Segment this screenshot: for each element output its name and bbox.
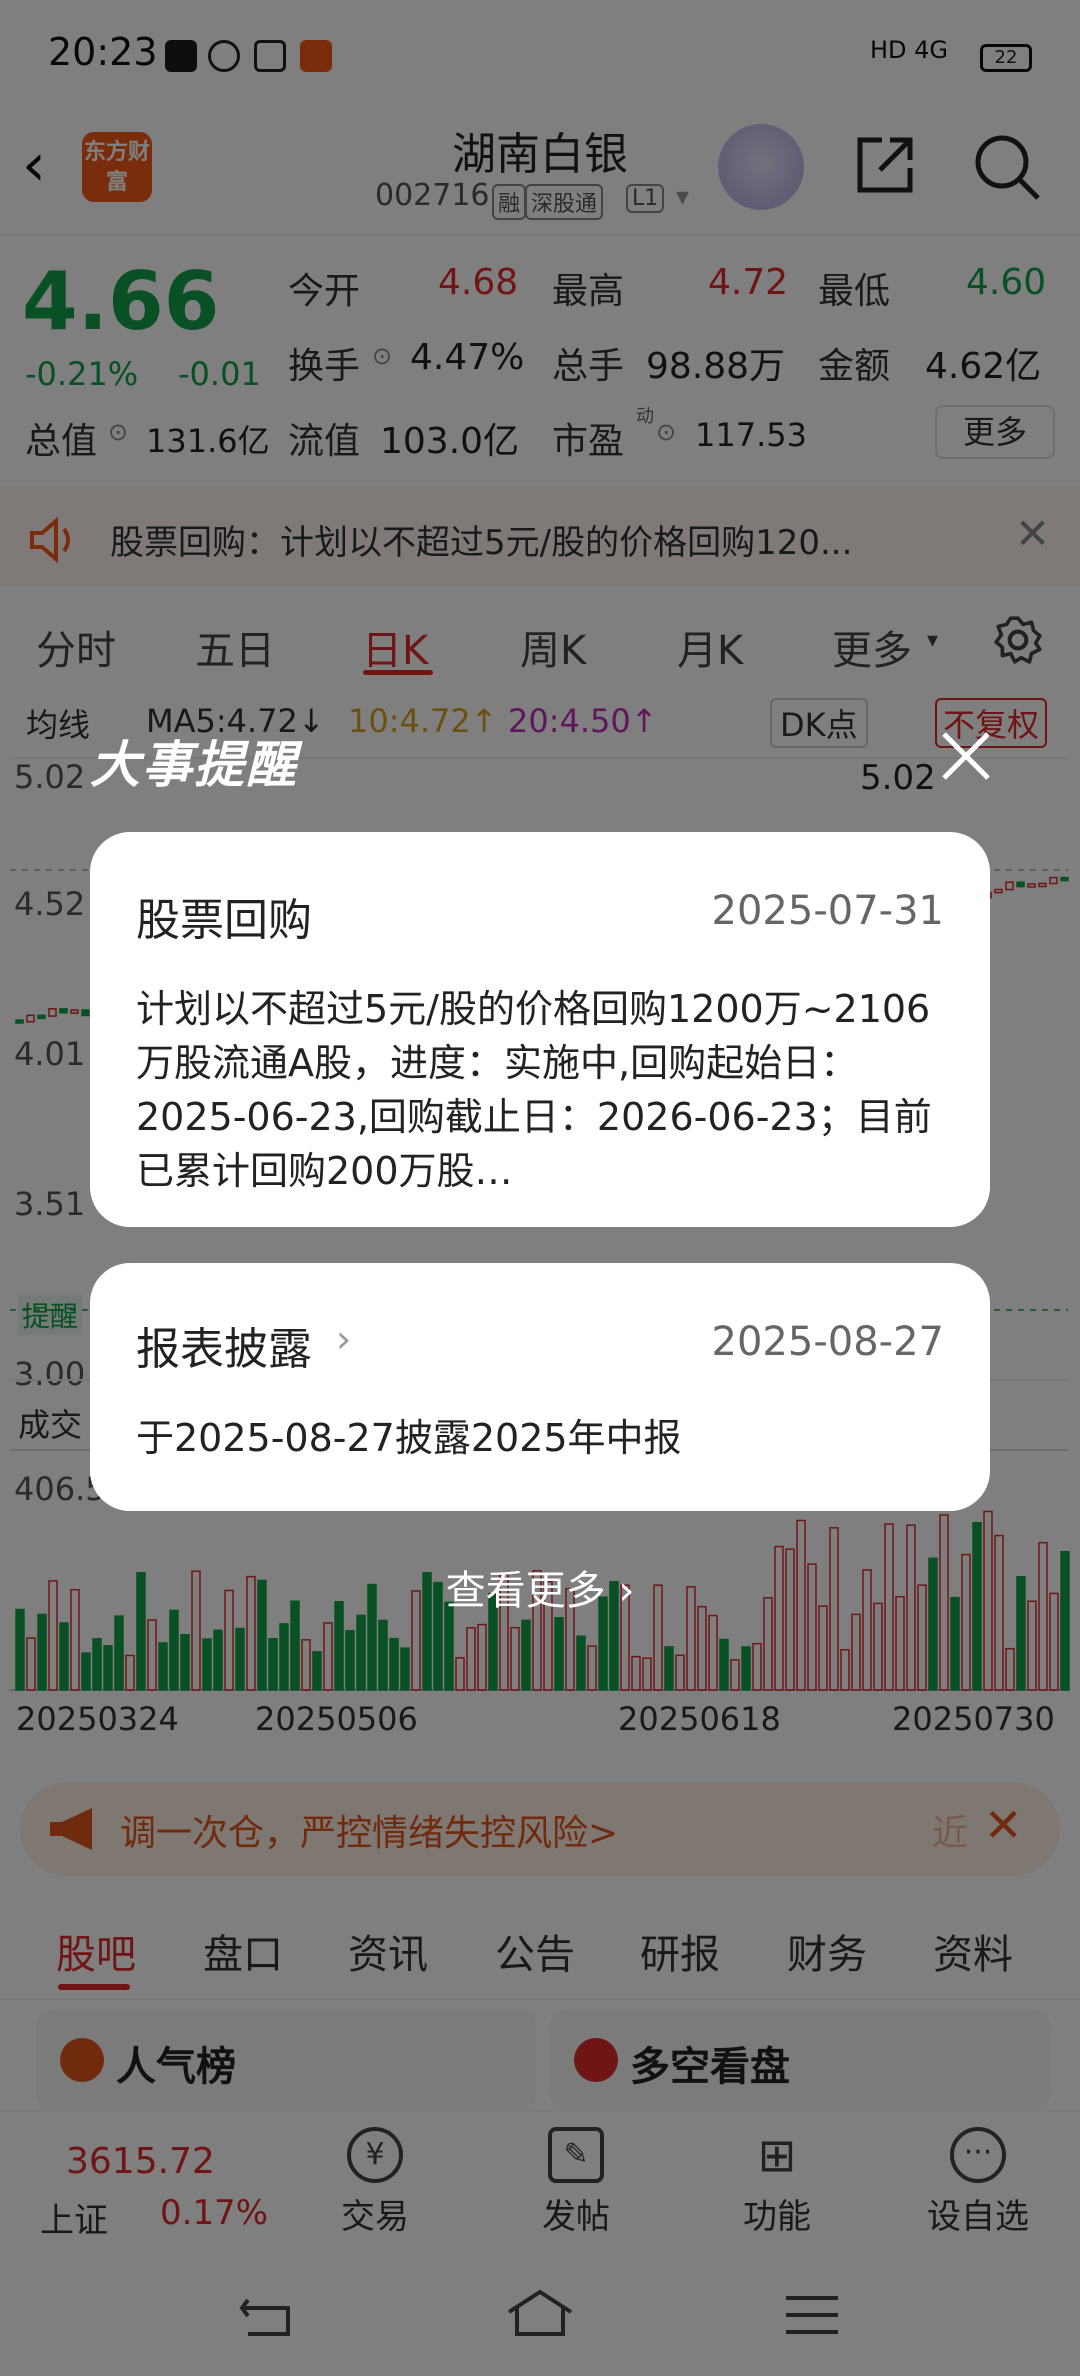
see-more-label: 查看更多 <box>445 1568 606 1614</box>
event-body: 于2025-08-27披露2025年中报 <box>136 1416 682 1460</box>
close-icon[interactable] <box>938 728 994 784</box>
event-date: 2025-08-27 <box>711 1319 944 1365</box>
event-title: 报表披露 <box>136 1324 312 1375</box>
see-more-link[interactable]: 查看更多 › <box>0 1558 1080 1616</box>
event-title: 股票回购 <box>136 895 312 946</box>
event-card-buyback[interactable]: 股票回购 2025-07-31 计划以不超过5元/股的价格回购1200万~210… <box>90 832 990 1227</box>
system-nav <box>0 2260 1080 2376</box>
event-date: 2025-07-31 <box>711 888 944 934</box>
event-body: 计划以不超过5元/股的价格回购1200万~2106万股流通A股，进度：实施中,回… <box>136 987 932 1193</box>
menu-nav-icon[interactable] <box>782 2290 842 2340</box>
home-nav-icon[interactable] <box>505 2288 575 2338</box>
chevron-right-icon: › <box>336 1317 352 1361</box>
overlay-title: 大事提醒 <box>90 736 298 794</box>
back-nav-icon[interactable] <box>238 2290 298 2340</box>
chevron-right-icon: › <box>605 1568 635 1614</box>
event-card-report[interactable]: 报表披露 › 2025-08-27 于2025-08-27披露2025年中报 <box>90 1263 990 1511</box>
